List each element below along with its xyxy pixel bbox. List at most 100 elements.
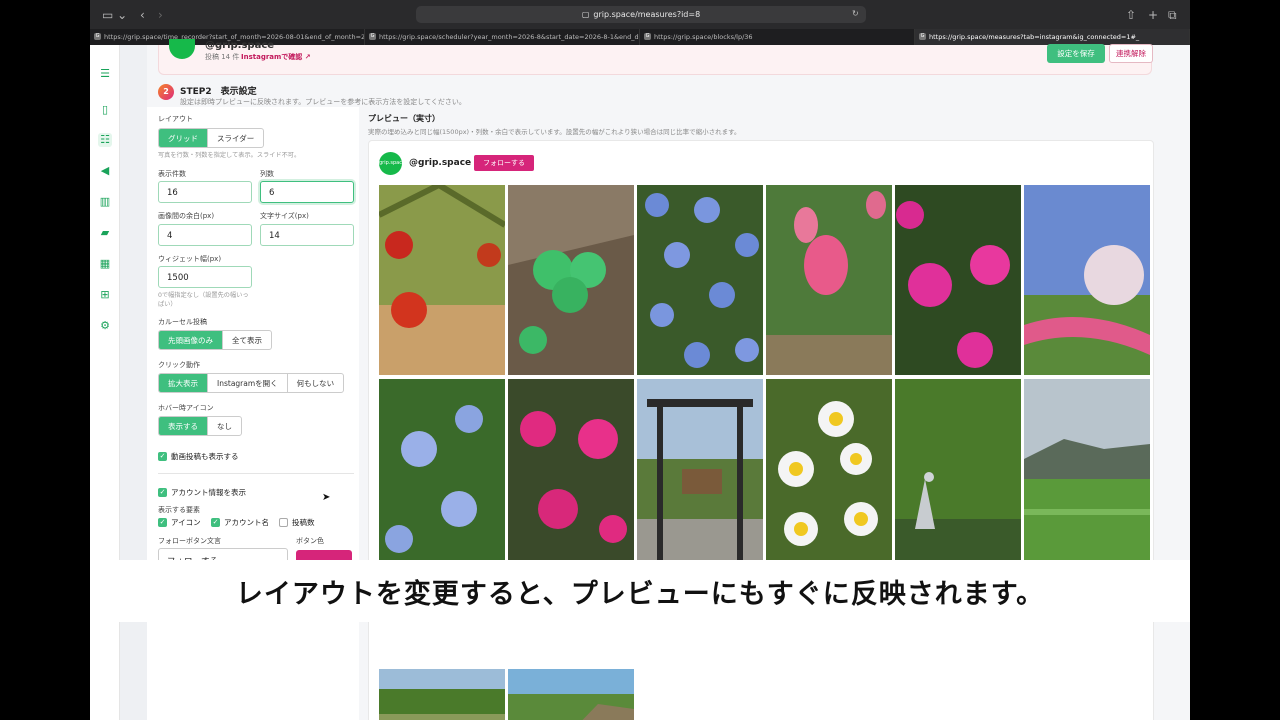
- step-badge: 2: [158, 84, 174, 100]
- font-size-input[interactable]: 14: [260, 224, 354, 246]
- new-tab-icon[interactable]: +: [1148, 8, 1158, 22]
- preview-avatar: grip.space: [379, 152, 405, 175]
- unlink-button[interactable]: 連携解除: [1109, 44, 1153, 63]
- click-action-toggle: 拡大表示 Instagramを開く 何もしない: [158, 373, 345, 393]
- building-icon[interactable]: ▥: [98, 195, 112, 209]
- width-input[interactable]: 1500: [158, 266, 252, 288]
- photo-tile[interactable]: [508, 379, 634, 569]
- element-posts-checkbox[interactable]: 投稿数: [279, 517, 315, 528]
- layout-slider-option[interactable]: スライダー: [208, 129, 263, 147]
- avatar: [169, 39, 195, 59]
- photo-tile[interactable]: [1024, 379, 1150, 569]
- elements-label: 表示する要素: [158, 506, 200, 514]
- preview-title: プレビュー（実寸）: [368, 114, 440, 123]
- back-icon[interactable]: ‹: [140, 8, 145, 22]
- count-label: 表示件数: [158, 170, 186, 178]
- layout-label: レイアウト: [158, 115, 193, 123]
- mouse-cursor: ➤: [322, 492, 331, 503]
- element-icon-label: アイコン: [171, 518, 201, 527]
- width-label: ウィジェット幅(px): [158, 255, 222, 263]
- photo-tile[interactable]: [379, 669, 505, 720]
- sitemap-icon[interactable]: ⊞: [98, 288, 112, 302]
- favicon-icon: G: [644, 33, 651, 40]
- photo-tile[interactable]: [379, 379, 505, 569]
- photo-tile[interactable]: [895, 379, 1021, 569]
- check-icon: ✓: [211, 518, 220, 527]
- tab-label: https://grip.space/scheduler?year_month=…: [379, 33, 640, 41]
- calendar-icon[interactable]: ▦: [98, 257, 112, 271]
- address-text: grip.space/measures?id=8: [593, 10, 701, 19]
- tab-measures[interactable]: Ghttps://grip.space/measures?tab=instagr…: [915, 29, 1190, 45]
- layout-grid-option[interactable]: グリッド: [159, 129, 208, 147]
- favicon-icon: G: [369, 33, 376, 40]
- photo-tile[interactable]: [508, 669, 634, 720]
- megaphone-icon[interactable]: ◀: [98, 164, 112, 178]
- photo-tile[interactable]: [895, 185, 1021, 375]
- tab-blocks-lp[interactable]: Ghttps://grip.space/blocks/lp/36: [640, 29, 915, 45]
- carousel-first-option[interactable]: 先頭画像のみ: [159, 331, 223, 349]
- element-posts-label: 投稿数: [292, 518, 315, 527]
- layout-toggle: グリッド スライダー: [158, 128, 265, 148]
- hover-show-option[interactable]: 表示する: [159, 417, 208, 435]
- browser-window: ▭ ⌄ ‹ › ▢ grip.space/measures?id=8 ↻ ⇧ +…: [90, 0, 1190, 720]
- save-settings-button[interactable]: 設定を保存: [1047, 44, 1105, 63]
- gear-icon[interactable]: ⚙: [98, 319, 112, 333]
- follow-text-label: フォローボタン文言: [158, 537, 221, 545]
- layout-hint: 写真を行数・列数を指定して表示。スライド不可。: [158, 152, 301, 159]
- forward-icon[interactable]: ›: [158, 8, 163, 22]
- photo-tile[interactable]: [508, 185, 634, 375]
- favicon-icon: G: [919, 33, 926, 40]
- account-info-label: アカウント情報を表示: [171, 488, 246, 497]
- check-icon: ✓: [158, 518, 167, 527]
- address-bar[interactable]: ▢ grip.space/measures?id=8: [416, 6, 866, 23]
- video-posts-label: 動画投稿も表示する: [171, 452, 239, 461]
- tab-scheduler[interactable]: Ghttps://grip.space/scheduler?year_month…: [365, 29, 640, 45]
- click-zoom-option[interactable]: 拡大表示: [159, 374, 208, 392]
- clipboard-icon[interactable]: ▯: [98, 103, 112, 117]
- account-info-checkbox[interactable]: ✓ アカウント情報を表示: [158, 487, 246, 498]
- gap-input[interactable]: 4: [158, 224, 252, 246]
- preview-card: grip.space @grip.space フォローする: [368, 140, 1154, 720]
- photo-tile[interactable]: [637, 379, 763, 569]
- divider: [158, 473, 354, 474]
- step-title: STEP2 表示設定: [180, 87, 257, 97]
- columns-input[interactable]: 6: [260, 181, 354, 203]
- photo-tile[interactable]: [766, 379, 892, 569]
- font-size-label: 文字サイズ(px): [260, 212, 309, 220]
- account-card: @grip.space 投稿 14 件 Instagramで確認 ↗ 設定を保存…: [158, 39, 1153, 75]
- element-name-label: アカウント名: [224, 518, 269, 527]
- carousel-all-option[interactable]: 全て表示: [223, 331, 271, 349]
- tab-overview-icon[interactable]: ⧉: [1168, 8, 1177, 23]
- tab-label: https://grip.space/blocks/lp/36: [654, 33, 753, 41]
- click-none-option[interactable]: 何もしない: [288, 374, 343, 392]
- list-check-icon[interactable]: ☷: [98, 133, 112, 147]
- tab-label: https://grip.space/measures?tab=instagra…: [929, 33, 1140, 41]
- post-count: 投稿 14 件: [205, 53, 240, 61]
- element-name-checkbox[interactable]: ✓ アカウント名: [211, 517, 269, 528]
- preview-handle: @grip.space: [409, 158, 472, 168]
- carousel-label: カルーセル投稿: [158, 318, 207, 326]
- instagram-confirm-link[interactable]: Instagramで確認 ↗: [241, 52, 311, 62]
- photo-tile[interactable]: [637, 185, 763, 375]
- photo-tile[interactable]: [766, 185, 892, 375]
- favicon-icon: G: [94, 33, 101, 40]
- unchecked-box-icon: [279, 518, 288, 527]
- sidebar-toggle-icon[interactable]: ▭ ⌄: [102, 8, 127, 22]
- photo-tile[interactable]: [379, 185, 505, 375]
- hover-none-option[interactable]: なし: [208, 417, 241, 435]
- video-posts-checkbox[interactable]: ✓ 動画投稿も表示する: [158, 451, 239, 462]
- share-icon[interactable]: ⇧: [1126, 8, 1136, 22]
- step-subtitle: 設定は即時プレビューに反映されます。プレビューを参考に表示方法を設定してください…: [180, 98, 466, 106]
- browser-titlebar: ▭ ⌄ ‹ › ▢ grip.space/measures?id=8 ↻ ⇧ +…: [90, 0, 1190, 29]
- menu-icon[interactable]: ☰: [98, 67, 112, 81]
- folder-icon[interactable]: ▰: [98, 226, 112, 240]
- button-color-label: ボタン色: [296, 537, 324, 545]
- photo-tile[interactable]: [1024, 185, 1150, 375]
- page-icon: ▢: [581, 10, 590, 19]
- count-input[interactable]: 16: [158, 181, 252, 203]
- preview-follow-button[interactable]: フォローする: [474, 155, 534, 171]
- reload-icon[interactable]: ↻: [852, 9, 859, 18]
- account-handle: @grip.space: [205, 40, 275, 51]
- click-open-instagram-option[interactable]: Instagramを開く: [208, 374, 288, 392]
- element-icon-checkbox[interactable]: ✓ アイコン: [158, 517, 201, 528]
